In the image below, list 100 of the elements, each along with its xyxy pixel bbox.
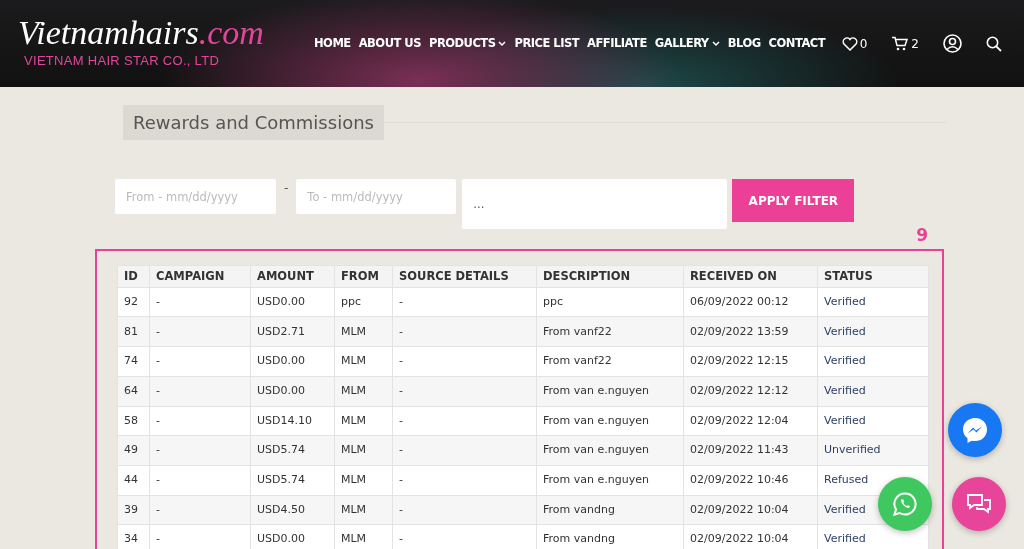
table-cell: 02/09/2022 10:04 (683, 524, 818, 549)
table-cell: - (392, 316, 537, 347)
table-cell: - (392, 287, 537, 317)
status-cell: Unverified (817, 435, 929, 466)
cart-icon[interactable] (891, 36, 910, 51)
status-cell: Verified (817, 376, 929, 406)
nav-link[interactable]: ABOUT US (358, 34, 421, 53)
messenger-icon (960, 415, 990, 445)
table-cell: 02/09/2022 10:04 (683, 495, 818, 525)
table-cell: 81 (117, 316, 150, 347)
table-cell: - (149, 316, 251, 347)
column-header: RECEIVED ON (683, 265, 818, 288)
column-header: SOURCE DETAILS (392, 265, 537, 288)
table-cell: - (149, 465, 251, 496)
table-cell: - (392, 524, 537, 549)
nav-link[interactable]: BLOG (727, 34, 761, 53)
column-header: AMOUNT (250, 265, 335, 288)
result-count: 9 (916, 224, 928, 247)
table-cell: USD0.00 (250, 376, 335, 406)
search-icon[interactable] (986, 35, 1002, 52)
table-cell: 49 (117, 435, 150, 466)
date-separator: - (284, 180, 289, 197)
logo-tagline: VIETNAM HAIR STAR CO., LTD (24, 52, 221, 71)
table-cell: 39 (117, 495, 150, 525)
table-cell: - (392, 376, 537, 406)
table-cell: From van e.nguyen (536, 376, 684, 406)
table-cell: USD5.74 (250, 465, 335, 496)
table-cell: - (392, 406, 537, 436)
table-cell: - (392, 346, 537, 377)
table-cell: From van e.nguyen (536, 435, 684, 466)
table-cell: USD2.71 (250, 316, 335, 347)
table-cell: 02/09/2022 13:59 (683, 316, 818, 347)
chat-button[interactable] (952, 477, 1006, 531)
table-cell: 02/09/2022 12:15 (683, 346, 818, 377)
table-cell: From van e.nguyen (536, 406, 684, 436)
table-cell: - (149, 376, 251, 406)
table-cell: MLM (334, 495, 393, 525)
table-cell: 06/09/2022 00:12 (683, 287, 818, 317)
table-cell: USD0.00 (250, 287, 335, 317)
table-cell: ppc (536, 287, 684, 317)
table-cell: From vandng (536, 495, 684, 525)
table-cell: From vanf22 (536, 316, 684, 347)
table-cell: ppc (334, 287, 393, 317)
nav-link[interactable]: PRODUCTS (428, 34, 507, 53)
table-cell: - (149, 346, 251, 377)
status-cell: Verified (817, 346, 929, 377)
table-cell: 02/09/2022 11:43 (683, 435, 818, 466)
column-header: STATUS (817, 265, 929, 288)
table-cell: - (149, 435, 251, 466)
table-cell: 02/09/2022 12:04 (683, 406, 818, 436)
table-cell: 02/09/2022 10:46 (683, 465, 818, 496)
table-cell: USD0.00 (250, 346, 335, 377)
nav-link[interactable]: PRICE LIST (514, 34, 580, 53)
section-title: Rewards and Commissions (123, 105, 384, 140)
table-cell: - (392, 465, 537, 496)
nav-link[interactable]: GALLERY (654, 34, 720, 53)
table-cell: - (149, 524, 251, 549)
table-cell: 02/09/2022 12:12 (683, 376, 818, 406)
table-cell: MLM (334, 465, 393, 496)
table-cell: USD14.10 (250, 406, 335, 436)
table-cell: MLM (334, 435, 393, 466)
column-header: DESCRIPTION (536, 265, 684, 288)
table-cell: - (149, 495, 251, 525)
chat-bubbles-icon (966, 492, 992, 516)
chat-bubble-icon (892, 491, 918, 517)
column-header: ID (117, 265, 150, 288)
table-cell: 34 (117, 524, 150, 549)
table-cell: MLM (334, 406, 393, 436)
heart-icon[interactable] (841, 36, 858, 51)
table-cell: MLM (334, 316, 393, 347)
column-header: CAMPAIGN (149, 265, 251, 288)
nav-link[interactable]: AFFILIATE (587, 34, 647, 53)
table-cell: From van e.nguyen (536, 465, 684, 496)
user-icon[interactable] (943, 34, 962, 53)
table-cell: From vandng (536, 524, 684, 549)
table-cell: - (149, 287, 251, 317)
nav-link[interactable]: HOME (314, 34, 351, 53)
nav-link[interactable]: CONTACT (768, 34, 826, 53)
messenger-button[interactable] (948, 403, 1002, 457)
apply-filter-button[interactable]: APPLY FILTER (732, 179, 855, 222)
column-header: FROM (334, 265, 393, 288)
table-cell: USD5.74 (250, 435, 335, 466)
table-cell: 58 (117, 406, 150, 436)
table-cell: USD4.50 (250, 495, 335, 525)
cart-count: 2 (911, 35, 919, 53)
table-cell: - (392, 435, 537, 466)
logo-text: Vietnamhairs (18, 14, 199, 52)
table-cell: 64 (117, 376, 150, 406)
search-field[interactable]: ... (462, 179, 728, 229)
to-date-field[interactable]: To - mm/dd/yyyy (296, 179, 457, 214)
status-cell: Verified (817, 406, 929, 436)
table-cell: - (149, 406, 251, 436)
table-cell: MLM (334, 376, 393, 406)
logo-text: .com (198, 14, 264, 52)
table-cell: MLM (334, 346, 393, 377)
status-cell: Verified (817, 287, 929, 317)
table-cell: From vanf22 (536, 346, 684, 377)
from-date-field[interactable]: From - mm/dd/yyyy (115, 179, 276, 214)
table-cell: 74 (117, 346, 150, 377)
table-cell: 44 (117, 465, 150, 496)
